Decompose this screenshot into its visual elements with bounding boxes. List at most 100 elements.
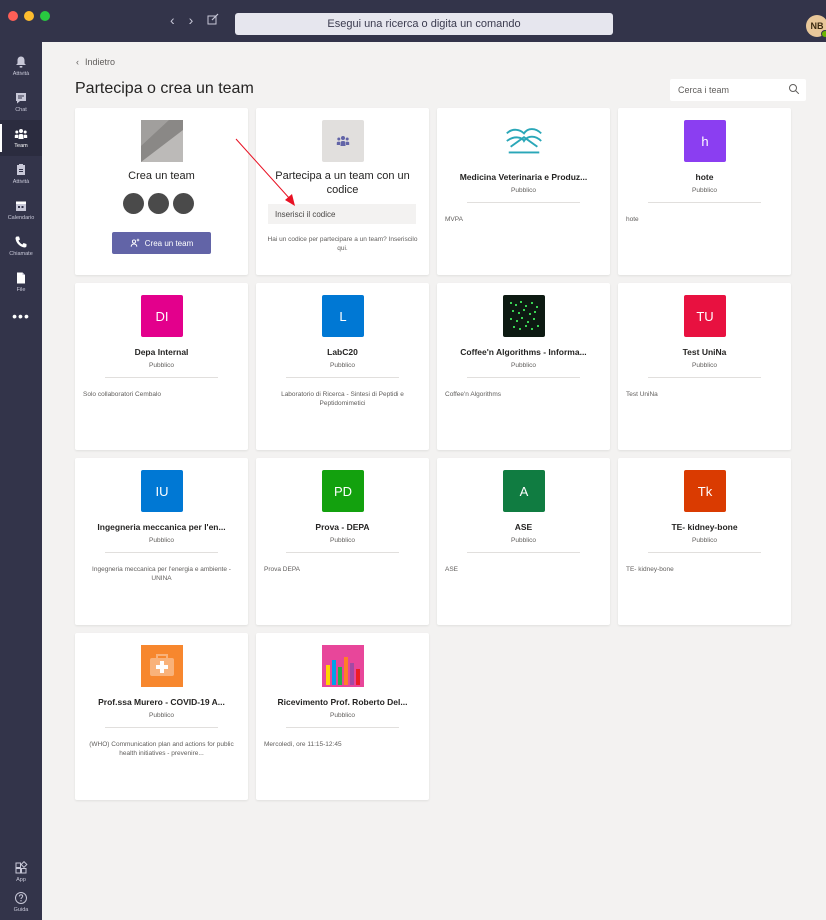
team-search-placeholder: Cerca i team [678,85,730,95]
team-tile: TU [684,295,726,337]
avatar-initials: NB [810,21,824,31]
team-card[interactable]: A ASE Pubblico ASE [437,458,610,625]
team-tile: IU [141,470,183,512]
team-visibility: Pubblico [330,712,355,719]
team-card[interactable]: Ricevimento Prof. Roberto Del... Pubblic… [256,633,429,800]
member-avatar-placeholder [173,193,194,214]
rail-item-label: App [16,877,26,883]
team-code-input[interactable] [268,204,416,224]
divider [648,552,761,553]
create-team-card: Crea un team Crea un team [75,108,248,275]
team-description: (WHO) Communication plan and actions for… [89,741,234,757]
history-nav: ‹ › [170,12,219,28]
team-description: MVPA [445,216,463,223]
team-name: Test UniNa [682,347,727,357]
team-tile: DI [141,295,183,337]
divider [105,552,218,553]
team-description: ASE [445,566,459,573]
create-team-button-label: Crea un team [144,238,194,248]
team-name: LabC20 [327,347,358,357]
rail-item-label: Team [14,143,28,149]
team-card[interactable]: Prof.ssa Murero - COVID-19 A... Pubblico… [75,633,248,800]
divider [286,552,399,553]
team-visibility: Pubblico [149,362,174,369]
create-team-button[interactable]: Crea un team [112,232,211,254]
phone-icon [15,236,27,248]
team-card[interactable]: TU Test UniNa Pubblico Test UniNa [618,283,791,450]
team-description: TE- kidney-bone [626,566,674,573]
team-visibility: Pubblico [149,712,174,719]
command-search-bar[interactable]: Esegui una ricerca o digita un comando [235,13,613,35]
team-visibility: Pubblico [149,537,174,544]
team-visibility: Pubblico [330,362,355,369]
team-description: hote [626,216,639,223]
team-visibility: Pubblico [511,537,536,544]
team-tile: L [322,295,364,337]
activity-icon [17,164,25,175]
team-name: Coffee'n Algorithms - Informa... [460,347,587,357]
team-name: Ricevimento Prof. Roberto Del... [277,697,408,707]
team-card[interactable]: L LabC20 Pubblico Laboratorio di Ricerca… [256,283,429,450]
rail-item-chat[interactable]: Chat [0,84,42,120]
team-card[interactable]: DI Depa Internal Pubblico Solo collabora… [75,283,248,450]
team-card[interactable]: PD Prova - DEPA Pubblico Prova DEPA [256,458,429,625]
rail-more-apps-button[interactable]: ••• [0,298,42,334]
more-dots-icon: ••• [12,308,30,324]
rail-item-files[interactable]: File [0,264,42,300]
rail-item-calendar[interactable]: Calendario [0,192,42,228]
add-team-icon [130,238,140,247]
rail-item-label: Attività [12,71,30,77]
rail-item-label: File [16,287,26,293]
close-window-button[interactable] [8,11,18,21]
forward-arrow-icon[interactable]: › [189,12,194,28]
user-avatar[interactable]: NB [806,15,826,38]
search-icon[interactable] [788,83,800,95]
file-icon [17,272,25,284]
member-avatar-placeholder [148,193,169,214]
window-controls [8,11,50,21]
team-name: Medicina Veterinaria e Produz... [459,172,588,182]
team-card[interactable]: Tk TE- kidney-bone Pubblico TE- kidney-b… [618,458,791,625]
maximize-window-button[interactable] [40,11,50,21]
compose-icon[interactable] [207,12,219,28]
join-team-help-text: Hai un codice per partecipare a un team?… [267,236,418,252]
team-icon [14,129,28,139]
rail-item-teams[interactable]: Team [0,120,42,156]
team-name: TE- kidney-bone [671,522,738,532]
team-visibility: Pubblico [692,362,717,369]
chat-icon [16,93,26,104]
rail-item-label: Chat [15,107,27,113]
presence-available-icon [821,30,826,38]
divider [286,727,399,728]
command-search-placeholder: Esegui una ricerca o digita un comando [327,18,521,30]
divider [648,202,761,203]
rail-item-assignments[interactable]: Attività [0,156,42,192]
team-card[interactable]: Medicina Veterinaria e Produz... Pubblic… [437,108,610,275]
divider [648,377,761,378]
team-tile-first-aid-image [141,645,183,687]
back-arrow-icon[interactable]: ‹ [170,12,175,28]
team-visibility: Pubblico [511,187,536,194]
team-name: Ingegneria meccanica per l'en... [97,522,226,532]
team-card[interactable]: IU Ingegneria meccanica per l'en... Pubb… [75,458,248,625]
team-name: Prova - DEPA [315,522,370,532]
minimize-window-button[interactable] [24,11,34,21]
back-link[interactable]: ‹ Indietro [76,57,115,67]
team-name: ASE [514,522,533,532]
rail-item-help[interactable]: Guida [0,884,42,920]
team-tile: h [684,120,726,162]
team-tile: PD [322,470,364,512]
team-description: Mercoledì, ore 11:15-12:45 [264,741,342,748]
team-card[interactable]: Coffee'n Algorithms - Informa... Pubblic… [437,283,610,450]
team-tile: A [503,470,545,512]
rail-item-activity[interactable]: Attività [0,48,42,84]
team-description: Ingegneria meccanica per l'energia e amb… [92,566,231,582]
rail-item-calls[interactable]: Chiamate [0,228,42,264]
team-description: Prova DEPA [264,566,301,573]
team-card[interactable]: h hote Pubblico hote [618,108,791,275]
team-tile-pencils-image [322,645,364,687]
divider [286,377,399,378]
team-name: Depa Internal [134,347,189,357]
rail-item-label: Guida [13,907,29,913]
team-search-input[interactable]: Cerca i team [670,79,806,101]
